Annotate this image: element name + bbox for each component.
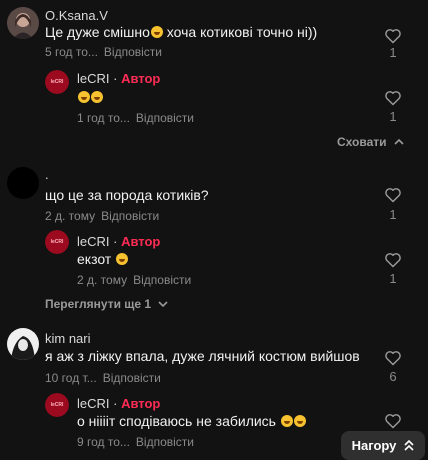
reply-avatar[interactable]: leCRI — [45, 70, 69, 94]
avatar[interactable] — [7, 167, 39, 199]
laughing-emoji-icon — [78, 91, 90, 103]
reply-username[interactable]: leCRI — [77, 71, 110, 86]
reply-button[interactable]: Відповісти — [136, 111, 194, 125]
heart-outline-icon[interactable] — [384, 187, 402, 203]
comment-text: я аж з ліжку впала, дуже лячний костюм в… — [45, 348, 360, 364]
reply-meta: 1 год то... Відповісти — [77, 111, 194, 125]
reply-meta: 9 год то... Відповісти — [77, 435, 194, 449]
author-badge: Автор — [121, 234, 161, 249]
heart-outline-icon[interactable] — [384, 413, 402, 429]
reply-avatar[interactable]: leCRI — [45, 230, 69, 254]
reply-button[interactable]: Відповісти — [101, 209, 159, 223]
heart-outline-icon[interactable] — [384, 350, 402, 366]
comment-meta: 10 год т... Відповісти — [45, 371, 161, 385]
comment-username[interactable]: kim nari — [45, 331, 91, 346]
reply-username-row: leCRI · Автор — [77, 396, 161, 411]
reply-text: екзот — [77, 251, 129, 267]
reply-username[interactable]: leCRI — [77, 396, 110, 411]
comment-time: 2 д. тому — [45, 209, 96, 223]
reply-username[interactable]: leCRI — [77, 234, 110, 249]
comment-meta: 5 год то... Відповісти — [45, 45, 162, 59]
like-count: 1 — [389, 45, 397, 60]
reply-meta: 2 д. тому Відповісти — [77, 273, 191, 287]
like-count: 6 — [389, 369, 397, 384]
author-badge: Автор — [121, 71, 161, 86]
reply-time: 9 год то... — [77, 435, 130, 449]
comment-username[interactable]: O.Ksana.V — [45, 8, 108, 23]
chevron-up-icon — [394, 138, 404, 145]
heart-outline-icon[interactable] — [384, 28, 402, 44]
like-count: 1 — [389, 271, 397, 286]
comment-text: що це за порода котиків? — [45, 187, 209, 203]
smiling-hearts-emoji-icon — [116, 253, 129, 265]
double-chevron-up-icon — [404, 440, 414, 451]
reply-text — [77, 89, 103, 105]
author-badge: Автор — [121, 396, 161, 411]
like-count: 1 — [389, 109, 397, 124]
view-more-replies-button[interactable]: Переглянути ще 1 — [45, 297, 169, 311]
reply-time: 1 год то... — [77, 111, 130, 125]
reply-time: 2 д. тому — [77, 273, 128, 287]
chevron-down-icon — [158, 301, 169, 308]
heart-outline-icon[interactable] — [384, 90, 402, 106]
reply-text: о нііііт сподіваюсь не забились — [77, 413, 306, 429]
reply-button[interactable]: Відповісти — [103, 371, 161, 385]
reply-button[interactable]: Відповісти — [104, 45, 162, 59]
laughing-emoji-icon — [293, 415, 306, 427]
laughing-emoji-icon — [91, 91, 103, 103]
comment-time: 5 год то... — [45, 45, 98, 59]
laughing-emoji-icon — [280, 415, 293, 427]
comment-time: 10 год т... — [45, 371, 97, 385]
reply-username-row: leCRI · Автор — [77, 71, 161, 86]
scroll-to-top-button[interactable]: Нагору — [341, 431, 425, 460]
heart-outline-icon[interactable] — [384, 252, 402, 268]
comment-meta: 2 д. тому Відповісти — [45, 209, 159, 223]
reply-avatar[interactable]: leCRI — [45, 393, 69, 417]
reply-button[interactable]: Відповісти — [133, 273, 191, 287]
reply-username-row: leCRI · Автор — [77, 234, 161, 249]
avatar[interactable] — [7, 7, 39, 39]
reply-button[interactable]: Відповісти — [136, 435, 194, 449]
comment-text: Це дуже смішно хоча котикові точно ні)) — [45, 24, 318, 40]
hide-replies-button[interactable]: Сховати — [337, 135, 404, 149]
laughing-emoji-icon — [150, 26, 163, 38]
like-count: 1 — [389, 207, 397, 222]
comment-username[interactable]: . — [45, 167, 49, 182]
avatar[interactable] — [7, 328, 39, 360]
